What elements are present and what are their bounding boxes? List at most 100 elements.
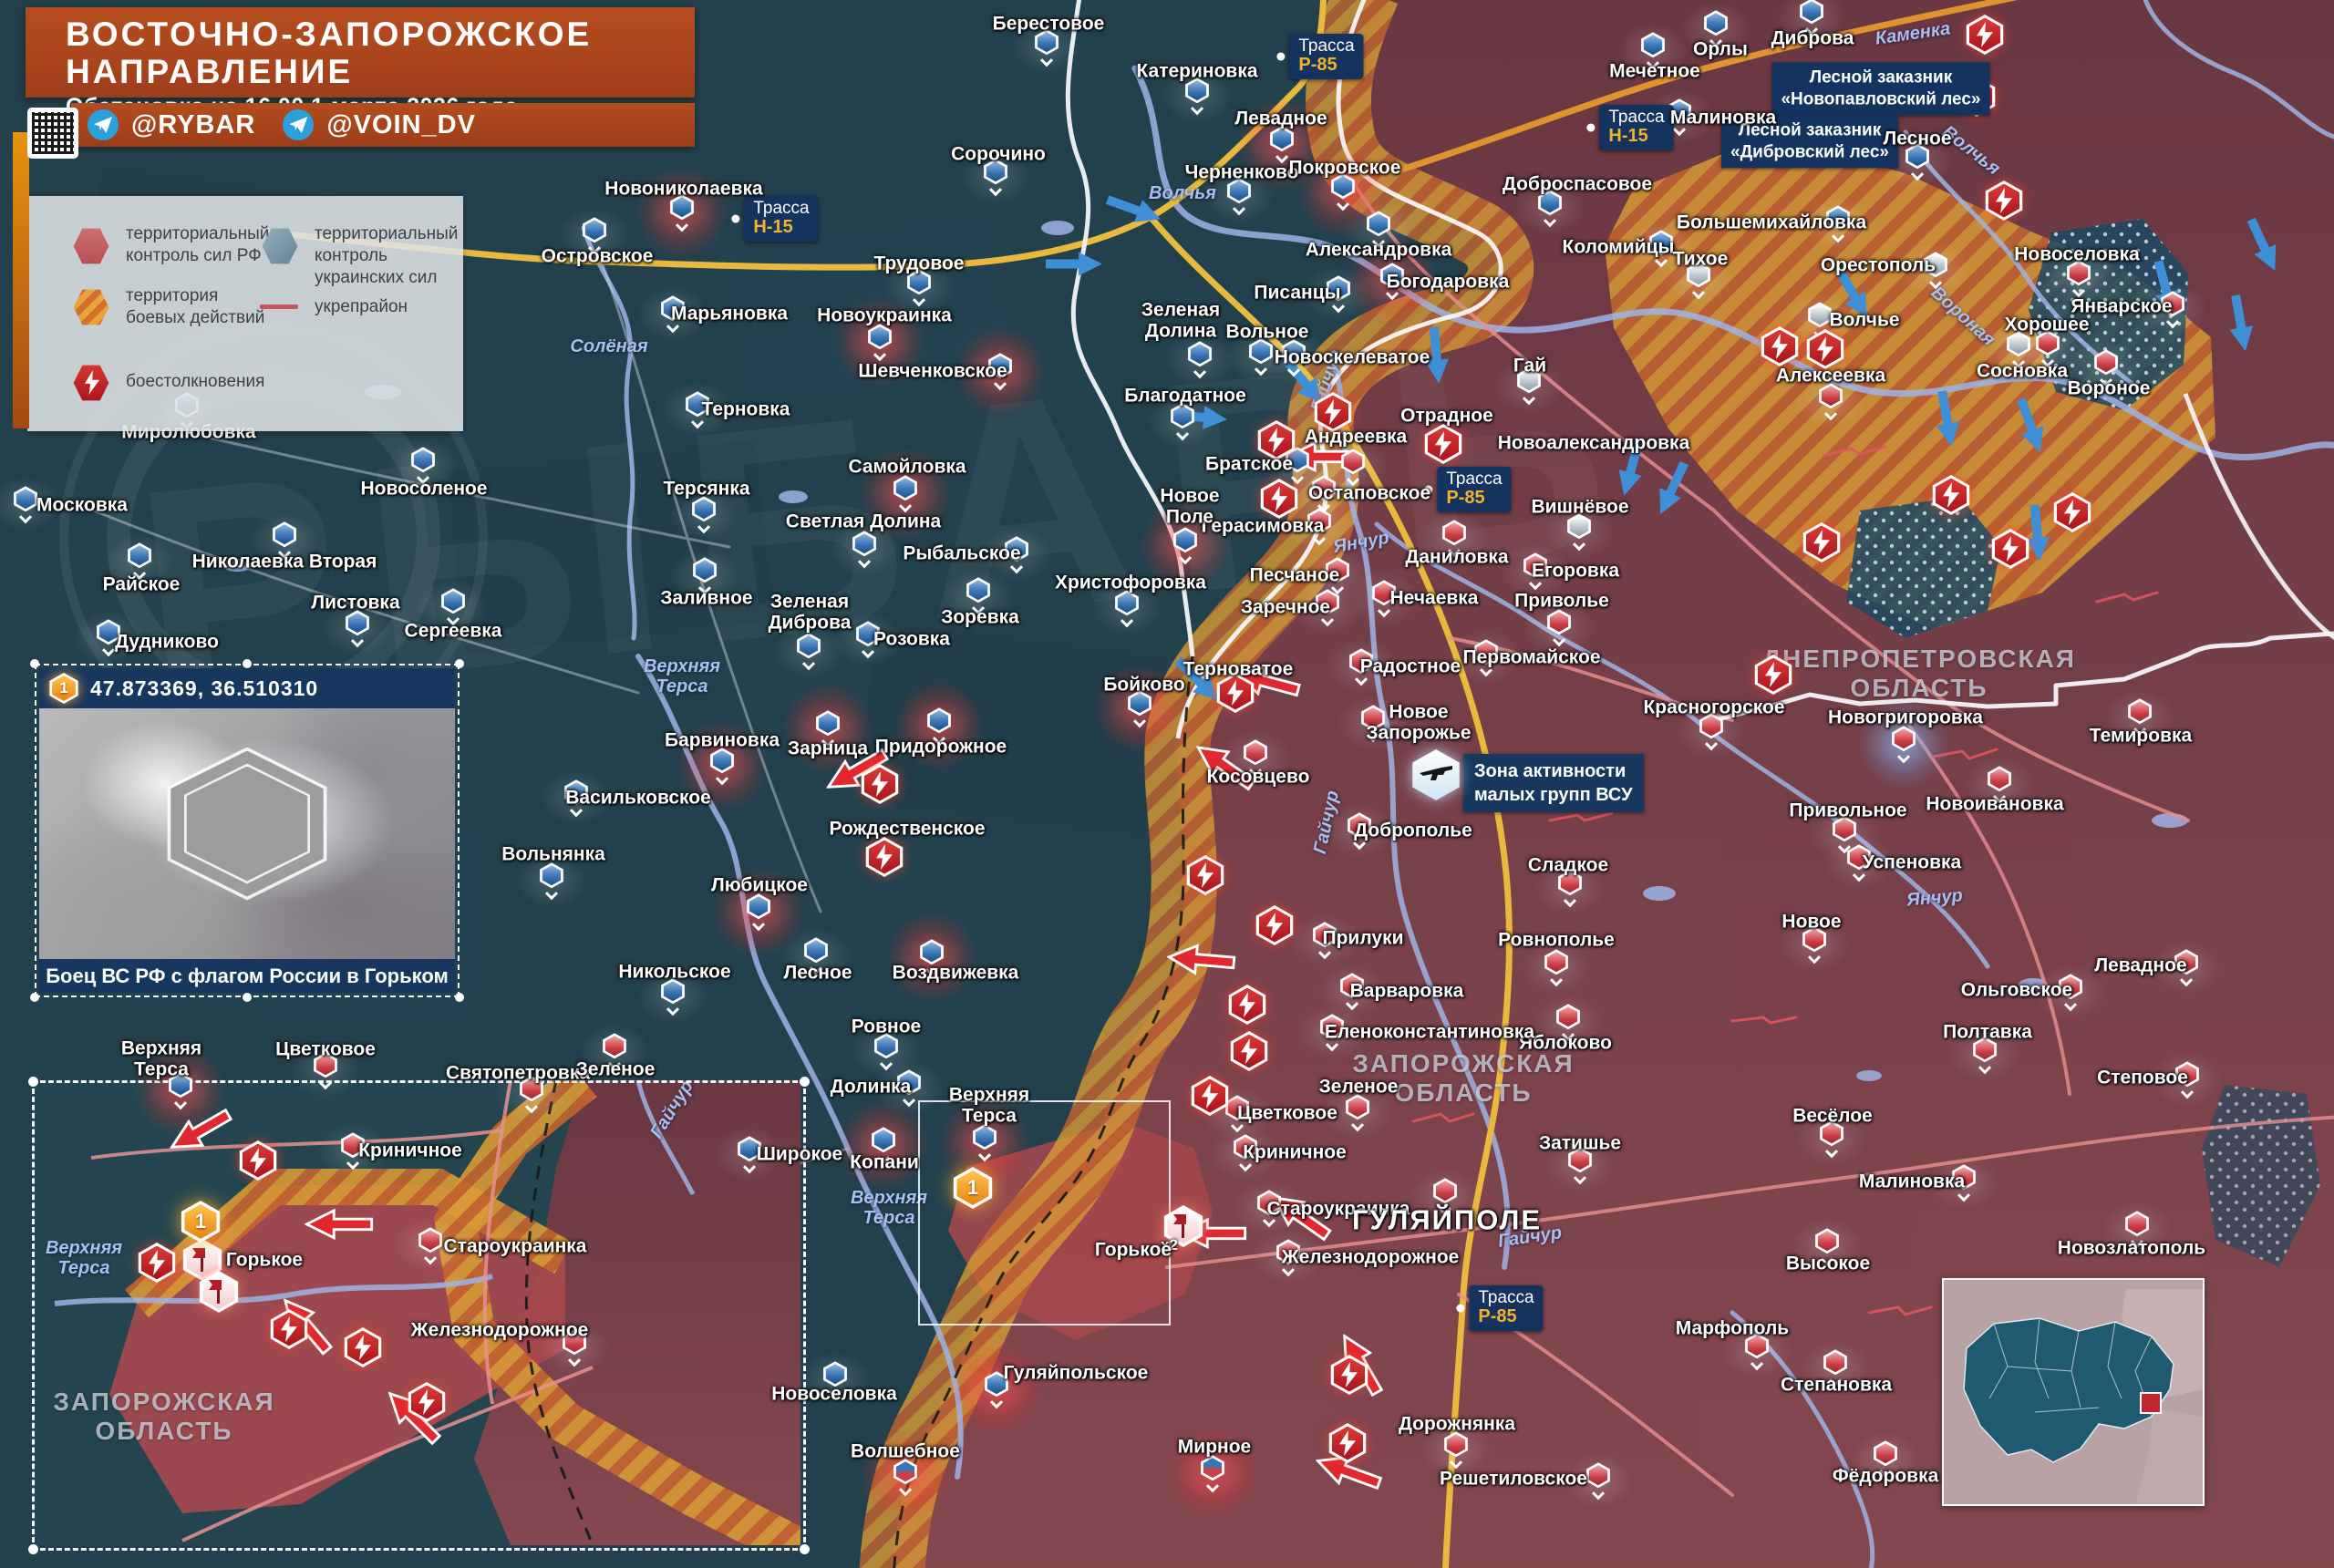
town-label: Васильковское <box>565 789 711 810</box>
town-label: Зарница <box>788 739 868 760</box>
town-label: Верхняя Терса <box>949 1085 1029 1126</box>
frame-handle <box>800 1077 810 1087</box>
legend-label-fort: укрепрайон <box>315 296 408 318</box>
town-label: Решетиловское <box>1440 1470 1587 1491</box>
clash-icon <box>1423 424 1463 464</box>
attack-arrow-blue <box>2233 211 2288 280</box>
town-label: Высокое <box>1786 1254 1870 1275</box>
town-label: Дудниково <box>115 633 219 654</box>
town-label: Степановка <box>1781 1376 1892 1397</box>
town-label: Привольное <box>1789 801 1906 822</box>
clash-icon <box>864 837 904 877</box>
accent-strip <box>13 132 29 428</box>
town-label: Затишье <box>1539 1134 1621 1155</box>
town-marker <box>1184 77 1210 112</box>
photo-coordinates: 47.873369, 36.510310 <box>90 676 318 701</box>
town-label: Богодаровка <box>1387 273 1510 294</box>
clash-icon <box>343 1327 383 1367</box>
town-label: Новониколаевка <box>604 180 762 201</box>
town-label: Мечетное <box>1609 62 1700 83</box>
clash-icon <box>1327 1423 1368 1463</box>
title-banner: ВОСТОЧНО-ЗАПОРОЖСКОЕ НАПРАВЛЕНИЕ Обстано… <box>26 7 695 98</box>
attack-arrow-blue <box>1044 250 1104 284</box>
town-label: Воздвижевка <box>893 964 1019 985</box>
town-marker <box>440 588 466 623</box>
town-label: Заречное <box>1241 598 1330 619</box>
town-marker <box>867 324 893 358</box>
town-label: Светлая Долина <box>786 512 941 533</box>
town-label: Берестовое <box>993 15 1105 36</box>
clash-icon <box>1229 1031 1269 1071</box>
town-label: Косовцево <box>1207 768 1310 789</box>
town-marker <box>1546 609 1572 644</box>
town-label: Большемихайловка <box>1677 213 1866 234</box>
town-marker <box>1891 726 1916 760</box>
photo-badge: 1 <box>48 673 79 704</box>
town-label: Святопетровка <box>446 1064 590 1085</box>
town-label: Диброва <box>1771 29 1854 50</box>
town-label: Цветковое <box>275 1040 376 1061</box>
clash-icon <box>1760 326 1800 366</box>
town-marker <box>893 1459 918 1493</box>
clash-icon <box>1802 522 1842 562</box>
river-label: Верхняя Терса <box>851 1188 927 1228</box>
town-label: Левадное <box>1234 109 1327 130</box>
town-label: Герасимовка <box>1202 517 1325 538</box>
town-label: Хорошее <box>2004 315 2089 336</box>
town-label: Николаевка Вторая <box>192 552 377 573</box>
town-label: Новосоленое <box>360 480 487 500</box>
town-label: Железнодорожное <box>1282 1248 1460 1269</box>
channel-link-rybar[interactable]: @RYBAR <box>131 110 255 140</box>
clash-icon <box>1259 479 1299 519</box>
town-label: Доброполье <box>1354 821 1472 842</box>
clash-icon <box>860 764 900 804</box>
town-marker <box>796 633 821 667</box>
town-label: Рыбальское <box>903 544 1020 565</box>
town-label: Полтавка <box>1943 1023 2032 1044</box>
town-label: Волчье <box>1829 311 1899 332</box>
town-label: Прилуки <box>1323 929 1404 950</box>
qr-code <box>27 108 78 159</box>
town-label: Варваровка <box>1350 982 1464 1003</box>
zoom-area-rectangle <box>918 1100 1171 1326</box>
town-label: Новое Запорожье <box>1366 702 1471 743</box>
town-label: Терноватое <box>1183 660 1294 681</box>
town-label: Листовка <box>311 593 399 614</box>
town-label: Бойково <box>1103 676 1184 696</box>
town-label: Степовое <box>2097 1068 2188 1089</box>
fortified-line-icon <box>260 304 298 309</box>
town-marker <box>1544 949 1569 984</box>
town-label: Ровное <box>852 1017 921 1038</box>
numbered-marker: 1 <box>180 1201 222 1243</box>
town-marker <box>893 475 918 510</box>
photo-card-header: 1 47.873369, 36.510310 <box>39 668 455 708</box>
town-marker <box>746 893 771 928</box>
clash-icon <box>1931 475 1971 515</box>
rf-control-icon <box>71 226 111 266</box>
town-label: Криничное <box>358 1141 462 1162</box>
town-label: Успеновка <box>1863 853 1961 874</box>
town-label: Марьяновка <box>671 304 788 325</box>
clash-icon <box>407 1382 447 1422</box>
road-sign: ТрассаН-15 <box>744 196 818 242</box>
attack-arrow-red <box>305 1202 374 1242</box>
clash-icon <box>1753 655 1793 695</box>
town-label: Горькое <box>1095 1241 1172 1262</box>
town-marker <box>410 447 436 481</box>
town-label: Новоселовка <box>771 1385 897 1406</box>
town-label: Новоскелеватое <box>1275 348 1430 369</box>
town-label: Долинка <box>831 1078 912 1099</box>
frame-handle <box>28 1544 38 1554</box>
town-marker <box>1443 1431 1469 1466</box>
photo-image <box>39 708 455 959</box>
town-label: Староукраинка <box>444 1237 587 1258</box>
town-marker <box>709 748 735 782</box>
town-label: Весёлое <box>1792 1107 1873 1128</box>
town-label: Лесное <box>783 964 852 985</box>
town-label: Малиновка <box>1670 108 1776 129</box>
target-reticle-icon <box>160 748 334 901</box>
town-label: Коломийцы <box>1563 238 1675 259</box>
channel-link-voindv[interactable]: @VOIN_DV <box>326 110 476 140</box>
map-title: ВОСТОЧНО-ЗАПОРОЖСКОЕ НАПРАВЛЕНИЕ <box>66 16 695 90</box>
numbered-marker: 1 <box>952 1167 994 1209</box>
